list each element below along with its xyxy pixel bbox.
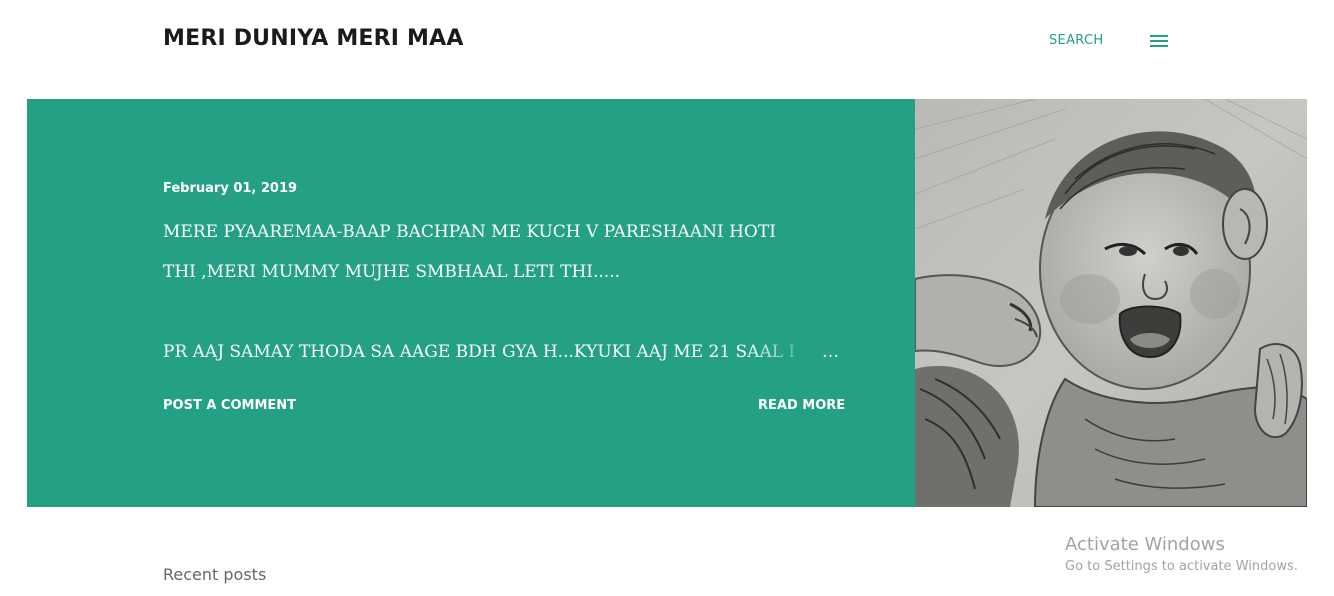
- post-date: February 01, 2019: [163, 181, 298, 196]
- featured-post: February 01, 2019 MERE PYAAREMAA-BAAP BA…: [27, 99, 1307, 507]
- snippet-line-text: PR AAJ SAMAY THODA SA AAGE BDH GYA H...K…: [163, 342, 796, 362]
- hamburger-menu-icon[interactable]: [1148, 31, 1170, 51]
- post-featured-image[interactable]: [915, 99, 1307, 507]
- snippet-line-truncated: PR AAJ SAMAY THODA SA AAGE BDH GYA H...K…: [163, 332, 839, 372]
- menu-bar: [1150, 45, 1168, 47]
- snippet-line: THI ,MERI MUMMY MUJHE SMBHAAL LETI THI..…: [163, 262, 620, 282]
- site-title[interactable]: MERI DUNIYA MERI MAA: [163, 26, 464, 51]
- menu-bar: [1150, 40, 1168, 42]
- ellipsis: …: [822, 342, 839, 362]
- snippet-line: MERE PYAAREMAA-BAAP BACHPAN ME KUCH V PA…: [163, 222, 776, 242]
- page: MERI DUNIYA MERI MAA SEARCH February 01,…: [0, 0, 1334, 596]
- read-more-link[interactable]: READ MORE: [758, 398, 845, 413]
- recent-posts-heading: Recent posts: [163, 565, 267, 584]
- activate-windows-subtitle: Go to Settings to activate Windows.: [1065, 559, 1298, 574]
- activate-windows-title: Activate Windows: [1065, 534, 1225, 555]
- search-button[interactable]: SEARCH: [1049, 33, 1103, 48]
- post-comment-link[interactable]: POST A COMMENT: [163, 398, 296, 413]
- menu-bar: [1150, 35, 1168, 37]
- post-snippet[interactable]: MERE PYAAREMAA-BAAP BACHPAN ME KUCH V PA…: [163, 212, 839, 372]
